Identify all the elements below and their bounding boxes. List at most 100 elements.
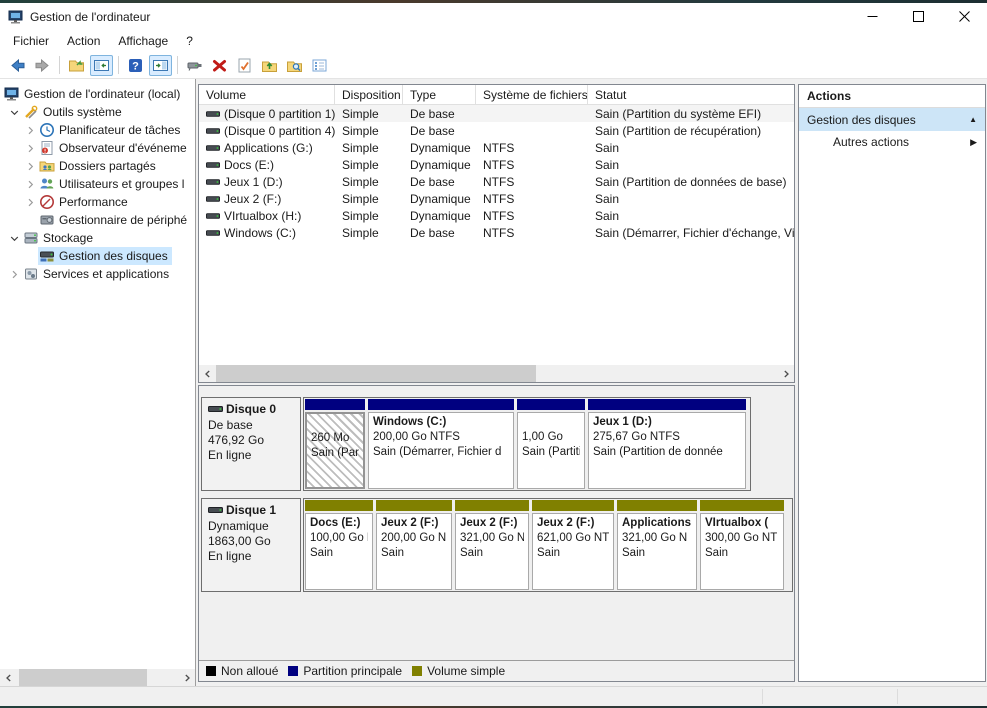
partition[interactable]: VIrtualbox (300,00 Go NTSain <box>700 500 784 590</box>
extend-button[interactable] <box>258 55 281 76</box>
scroll-left-button[interactable] <box>0 669 17 686</box>
maximize-button[interactable] <box>895 3 941 30</box>
help-button[interactable] <box>124 55 147 76</box>
partition-body[interactable]: 1,00 GoSain (Partitio <box>517 412 585 489</box>
partition[interactable]: Jeux 1 (D:)275,67 Go NTFSSain (Partition… <box>588 399 746 489</box>
expander-collapsed-icon[interactable] <box>22 176 38 192</box>
scrollbar-thumb[interactable] <box>216 365 536 382</box>
scrollbar-track[interactable] <box>17 669 178 686</box>
volume-row[interactable]: VIrtualbox (H:)SimpleDynamiqueNTFSSain <box>199 207 794 224</box>
expander-collapsed-icon[interactable] <box>22 122 38 138</box>
minimize-button[interactable] <box>849 3 895 30</box>
partition[interactable]: 1,00 GoSain (Partitio <box>517 399 585 489</box>
disk-info-panel[interactable]: Disque 0De base476,92 GoEn ligne <box>201 397 301 491</box>
volume-row[interactable]: Applications (G:)SimpleDynamiqueNTFSSain <box>199 139 794 156</box>
tree-item-inner[interactable]: Observateur d'événeme <box>38 139 191 157</box>
sidebar-horizontal-scrollbar[interactable] <box>0 669 195 686</box>
partition-band: 260 MoSain (PartWindows (C:)200,00 Go NT… <box>303 397 751 491</box>
column-header-type[interactable]: Type <box>403 85 476 104</box>
attach-vhd-button[interactable] <box>183 55 206 76</box>
properties-button[interactable] <box>308 55 331 76</box>
sidebar-item-gestionnaire-de-p-riph[interactable]: Gestionnaire de périphé <box>0 211 195 229</box>
collapse-arrow-icon[interactable]: ▲ <box>969 115 977 124</box>
scroll-right-button[interactable] <box>178 669 195 686</box>
partition[interactable]: 260 MoSain (Part <box>305 399 365 489</box>
partition-body[interactable]: Windows (C:)200,00 Go NTFSSain (Démarrer… <box>368 412 514 489</box>
partition-body[interactable]: Jeux 2 (F:)200,00 Go NSain <box>376 513 452 590</box>
menu-item-fichier[interactable]: Fichier <box>4 32 58 50</box>
expander-collapsed-icon[interactable] <box>22 158 38 174</box>
tree-item-inner[interactable]: Planificateur de tâches <box>38 121 184 139</box>
expander-collapsed-icon[interactable] <box>6 266 22 282</box>
sidebar-item-observateur-d-v-neme[interactable]: Observateur d'événeme <box>0 139 195 157</box>
partition-body[interactable]: 260 MoSain (Part <box>305 412 365 489</box>
sidebar-item-dossiers-partag-s[interactable]: Dossiers partagés <box>0 157 195 175</box>
partition-body[interactable]: Jeux 2 (F:)621,00 Go NTSain <box>532 513 614 590</box>
expander-collapsed-icon[interactable] <box>22 140 38 156</box>
sidebar-item-stockage[interactable]: Stockage <box>0 229 195 247</box>
sidebar-item-services-et-applications[interactable]: Services et applications <box>0 265 195 283</box>
actions-item-more-actions[interactable]: Autres actions ▶ <box>799 131 985 153</box>
column-header-syst-me-de-fichiers[interactable]: Système de fichiers <box>476 85 588 104</box>
column-header-disposition[interactable]: Disposition <box>335 85 403 104</box>
up-level-button[interactable] <box>65 55 88 76</box>
menu-item-affichage[interactable]: Affichage <box>109 32 177 50</box>
show-action-pane-toggle[interactable] <box>149 55 172 76</box>
delete-button[interactable] <box>208 55 231 76</box>
disk-size: 476,92 Go <box>208 433 298 448</box>
partition[interactable]: Jeux 2 (F:)321,00 Go NSain <box>455 500 529 590</box>
show-console-tree-toggle[interactable] <box>90 55 113 76</box>
partition[interactable]: Windows (C:)200,00 Go NTFSSain (Démarrer… <box>368 399 514 489</box>
sidebar-item-outils-syst-me[interactable]: Outils système <box>0 103 195 121</box>
navigate-back-button[interactable] <box>6 55 29 76</box>
column-header-volume[interactable]: Volume <box>199 85 335 104</box>
partition[interactable]: Applications321,00 Go NSain <box>617 500 697 590</box>
volume-row[interactable]: (Disque 0 partition 1)SimpleDe baseSain … <box>199 105 794 122</box>
expander-collapsed-icon[interactable] <box>22 194 38 210</box>
sidebar-item-gestion-des-disques[interactable]: Gestion des disques <box>0 247 195 265</box>
partition-body[interactable]: VIrtualbox (300,00 Go NTSain <box>700 513 784 590</box>
partition[interactable]: Jeux 2 (F:)200,00 Go NSain <box>376 500 452 590</box>
volume-row[interactable]: (Disque 0 partition 4)SimpleDe baseSain … <box>199 122 794 139</box>
scroll-left-button[interactable] <box>199 365 216 382</box>
tree-item-inner[interactable]: Stockage <box>22 229 97 247</box>
expander-expanded-icon[interactable] <box>6 104 22 120</box>
explore-button[interactable] <box>283 55 306 76</box>
tree-item-inner[interactable]: Gestion des disques <box>38 247 172 265</box>
partition[interactable]: Docs (E:)100,00 Go NSain <box>305 500 373 590</box>
volume-row[interactable]: Docs (E:)SimpleDynamiqueNTFSSain <box>199 156 794 173</box>
tree-item-inner[interactable]: Dossiers partagés <box>38 157 160 175</box>
menu-item-?[interactable]: ? <box>177 32 202 50</box>
sidebar-item-planificateur-de-t-ches[interactable]: Planificateur de tâches <box>0 121 195 139</box>
disk-info-panel[interactable]: Disque 1Dynamique1863,00 GoEn ligne <box>201 498 301 592</box>
sidebar-item-performance[interactable]: Performance <box>0 193 195 211</box>
partition-body[interactable]: Applications321,00 Go NSain <box>617 513 697 590</box>
volume-row[interactable]: Jeux 1 (D:)SimpleDe baseNTFSSain (Partit… <box>199 173 794 190</box>
actions-group-disk-management[interactable]: Gestion des disques ▲ <box>799 108 985 131</box>
tree-item-inner[interactable]: Gestionnaire de périphé <box>38 211 191 229</box>
sidebar-item-gestion-de-l-ordinateur-local[interactable]: Gestion de l'ordinateur (local) <box>0 85 195 103</box>
navigate-forward-button[interactable] <box>31 55 54 76</box>
tree-item-inner[interactable]: Utilisateurs et groupes l <box>38 175 188 193</box>
partition-body[interactable]: Jeux 2 (F:)321,00 Go NSain <box>455 513 529 590</box>
volume-list-horizontal-scrollbar[interactable] <box>199 365 794 382</box>
volume-row[interactable]: Windows (C:)SimpleDe baseNTFSSain (Démar… <box>199 224 794 241</box>
mark-active-button[interactable] <box>233 55 256 76</box>
menu-item-action[interactable]: Action <box>58 32 109 50</box>
sidebar-item-utilisateurs-et-groupes-l[interactable]: Utilisateurs et groupes l <box>0 175 195 193</box>
volume-row[interactable]: Jeux 2 (F:)SimpleDynamiqueNTFSSain <box>199 190 794 207</box>
tree-item-inner[interactable]: Services et applications <box>22 265 173 283</box>
scroll-right-button[interactable] <box>777 365 794 382</box>
column-header-statut[interactable]: Statut <box>588 85 795 104</box>
scrollbar-thumb[interactable] <box>19 669 147 686</box>
close-button[interactable] <box>941 3 987 30</box>
scrollbar-track[interactable] <box>216 365 777 382</box>
partition[interactable]: Jeux 2 (F:)621,00 Go NTSain <box>532 500 614 590</box>
title-bar[interactable]: Gestion de l'ordinateur <box>0 3 987 30</box>
tree-item-inner[interactable]: Outils système <box>22 103 126 121</box>
tree-item-inner[interactable]: Performance <box>38 193 132 211</box>
partition-body[interactable]: Jeux 1 (D:)275,67 Go NTFSSain (Partition… <box>588 412 746 489</box>
partition-body[interactable]: Docs (E:)100,00 Go NSain <box>305 513 373 590</box>
tree-item-inner[interactable]: Gestion de l'ordinateur (local) <box>3 85 184 103</box>
expander-expanded-icon[interactable] <box>6 230 22 246</box>
